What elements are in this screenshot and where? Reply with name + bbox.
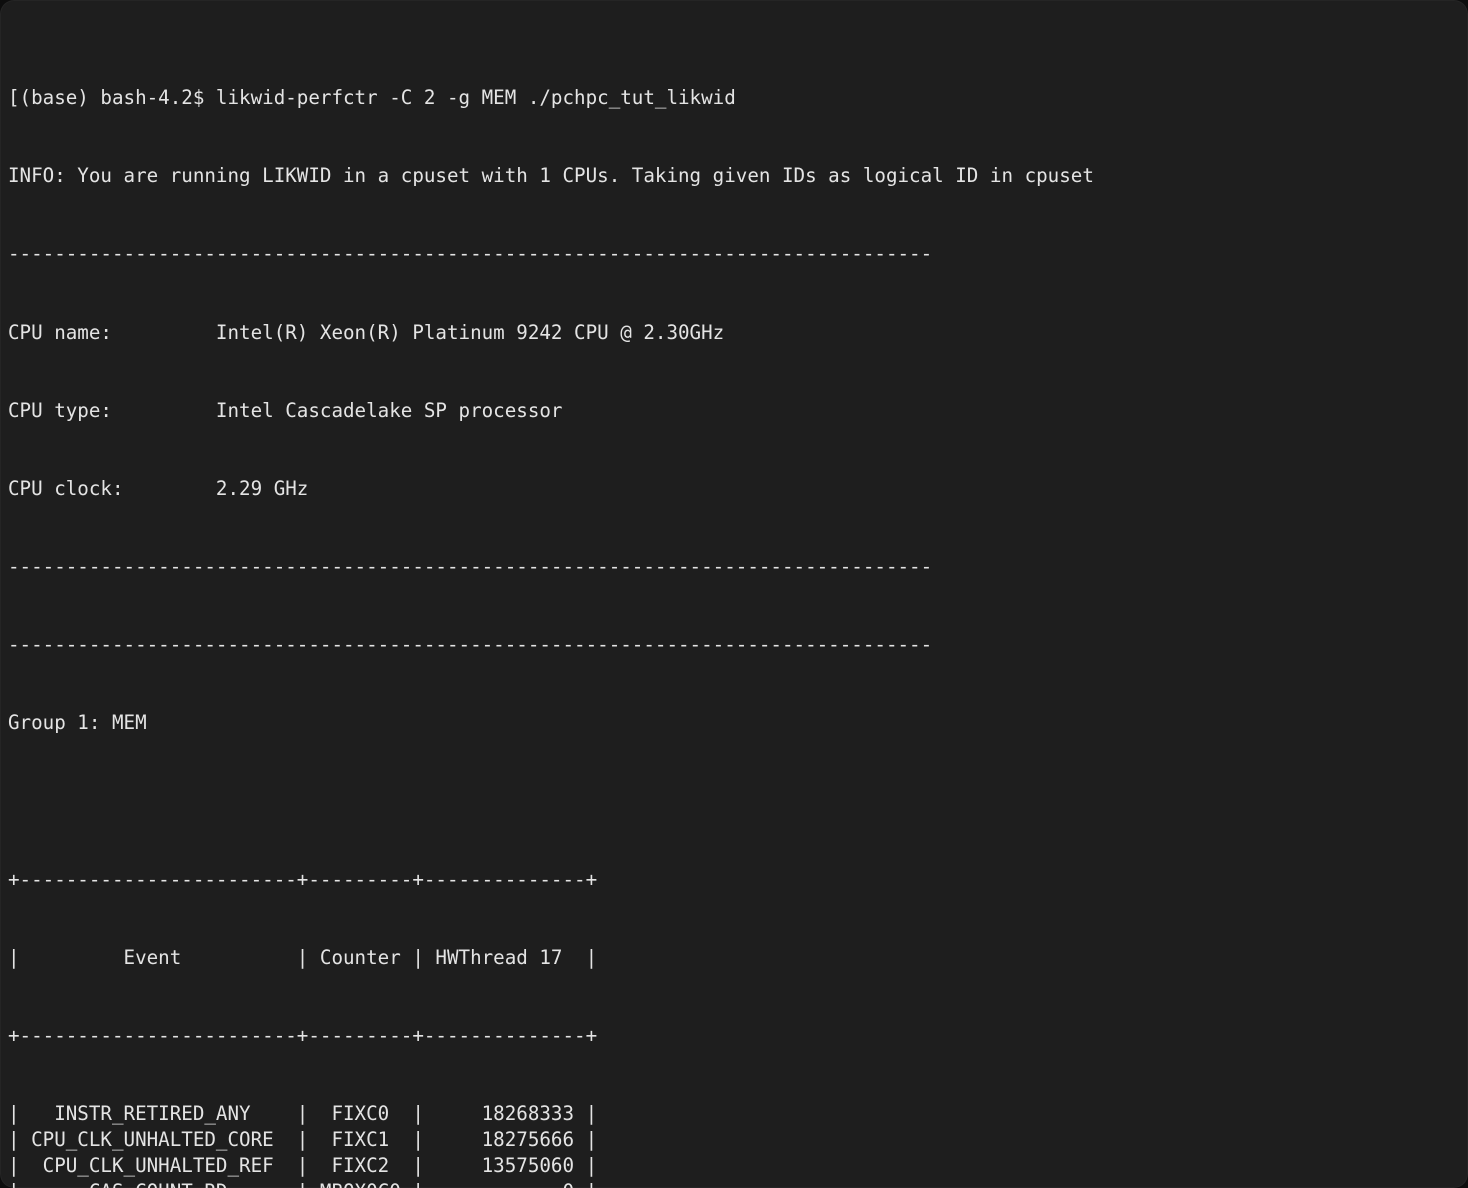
- info-line: INFO: You are running LIKWID in a cpuset…: [8, 164, 1094, 188]
- event-table-row: | CPU_CLK_UNHALTED_REF | FIXC2 | 1357506…: [8, 1154, 598, 1178]
- cpu-info-0: CPU name: Intel(R) Xeon(R) Platinum 9242…: [8, 320, 725, 344]
- cpu-clock-line: CPU clock: 2.29 GHz: [8, 476, 1468, 502]
- command-line: [(base) bash-4.2$ likwid-perfctr -C 2 -g…: [8, 86, 736, 110]
- event-table-header-row: | Event | Counter | HWThread 17 |: [8, 945, 598, 969]
- cpu-type-line: CPU type: Intel Cascadelake SP processor: [8, 398, 1468, 424]
- event-table-header-border: +------------------------+---------+----…: [8, 1023, 598, 1047]
- terminal-window[interactable]: [(base) bash-4.2$ likwid-perfctr -C 2 -g…: [0, 0, 1468, 1188]
- event-table-row: | CPU_CLK_UNHALTED_CORE | FIXC1 | 182756…: [8, 1128, 598, 1152]
- cpu-info-2: CPU clock: 2.29 GHz: [8, 476, 309, 500]
- cpu-name-line: CPU name: Intel(R) Xeon(R) Platinum 9242…: [8, 320, 1468, 346]
- separator-line-top: ----------------------------------------…: [8, 242, 933, 266]
- event-table-top-border: +------------------------+---------+----…: [8, 867, 598, 891]
- separator-line-mid: ----------------------------------------…: [8, 554, 933, 578]
- event-table: +------------------------+---------+----…: [8, 814, 1468, 1188]
- cpu-info-1: CPU type: Intel Cascadelake SP processor: [8, 398, 563, 422]
- event-table-row: | CAS_COUNT_RD | MBOX0C0 | 0 |: [8, 1179, 1468, 1188]
- group-line: Group 1: MEM: [8, 711, 147, 735]
- terminal-output-area[interactable]: [(base) bash-4.2$ likwid-perfctr -C 2 -g…: [8, 7, 1468, 1188]
- event-table-body: | INSTR_RETIRED_ANY | FIXC0 | 18268333 |…: [8, 1101, 1468, 1188]
- separator-line-bottom: ----------------------------------------…: [8, 633, 933, 657]
- event-table-row: | INSTR_RETIRED_ANY | FIXC0 | 18268333 |: [8, 1101, 598, 1125]
